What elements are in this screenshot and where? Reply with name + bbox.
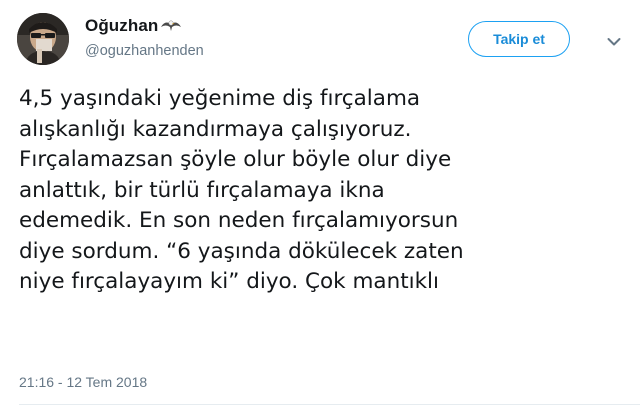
author-username[interactable]: @oguzhanhenden — [85, 43, 204, 59]
tweet-text-line: anlattık, bir türlü fırçalamaya ikna — [19, 177, 385, 203]
eagle-emoji-icon — [160, 18, 182, 34]
chevron-down-icon[interactable] — [607, 32, 621, 46]
author-name-row[interactable]: Oğuzhan — [85, 14, 182, 38]
tweet-card: Oğuzhan @oguzhanhenden Takip et 4,5 yaşı… — [0, 0, 640, 414]
tweet-text-line: Fırçalamazsan şöyle olur böyle olur diye — [19, 147, 452, 172]
tweet-timestamp[interactable]: 21:16 - 12 Tem 2018 — [19, 374, 147, 390]
tweet-text-line: diye sordum. “6 yaşında dökülecek zaten — [19, 238, 464, 264]
avatar[interactable] — [17, 13, 69, 65]
tweet-text-line: edemedik. En son neden fırçalamıyorsun — [19, 208, 459, 233]
tweet-text: 4,5 yaşındaki yeğenime diş fırçalama alı… — [19, 84, 619, 298]
follow-button[interactable]: Takip et — [468, 21, 570, 57]
tweet-text-line: 4,5 yaşındaki yeğenime diş fırçalama — [19, 86, 421, 111]
tweet-text-line: niye fırçalayayım ki” diyo. Çok mantıklı — [19, 269, 439, 294]
profile-photo-image — [17, 13, 69, 65]
author-display-name[interactable]: Oğuzhan — [85, 16, 158, 36]
tweet-text-line: alışkanlığı kazandırmaya çalışıyoruz. — [19, 116, 412, 142]
divider — [19, 404, 640, 405]
